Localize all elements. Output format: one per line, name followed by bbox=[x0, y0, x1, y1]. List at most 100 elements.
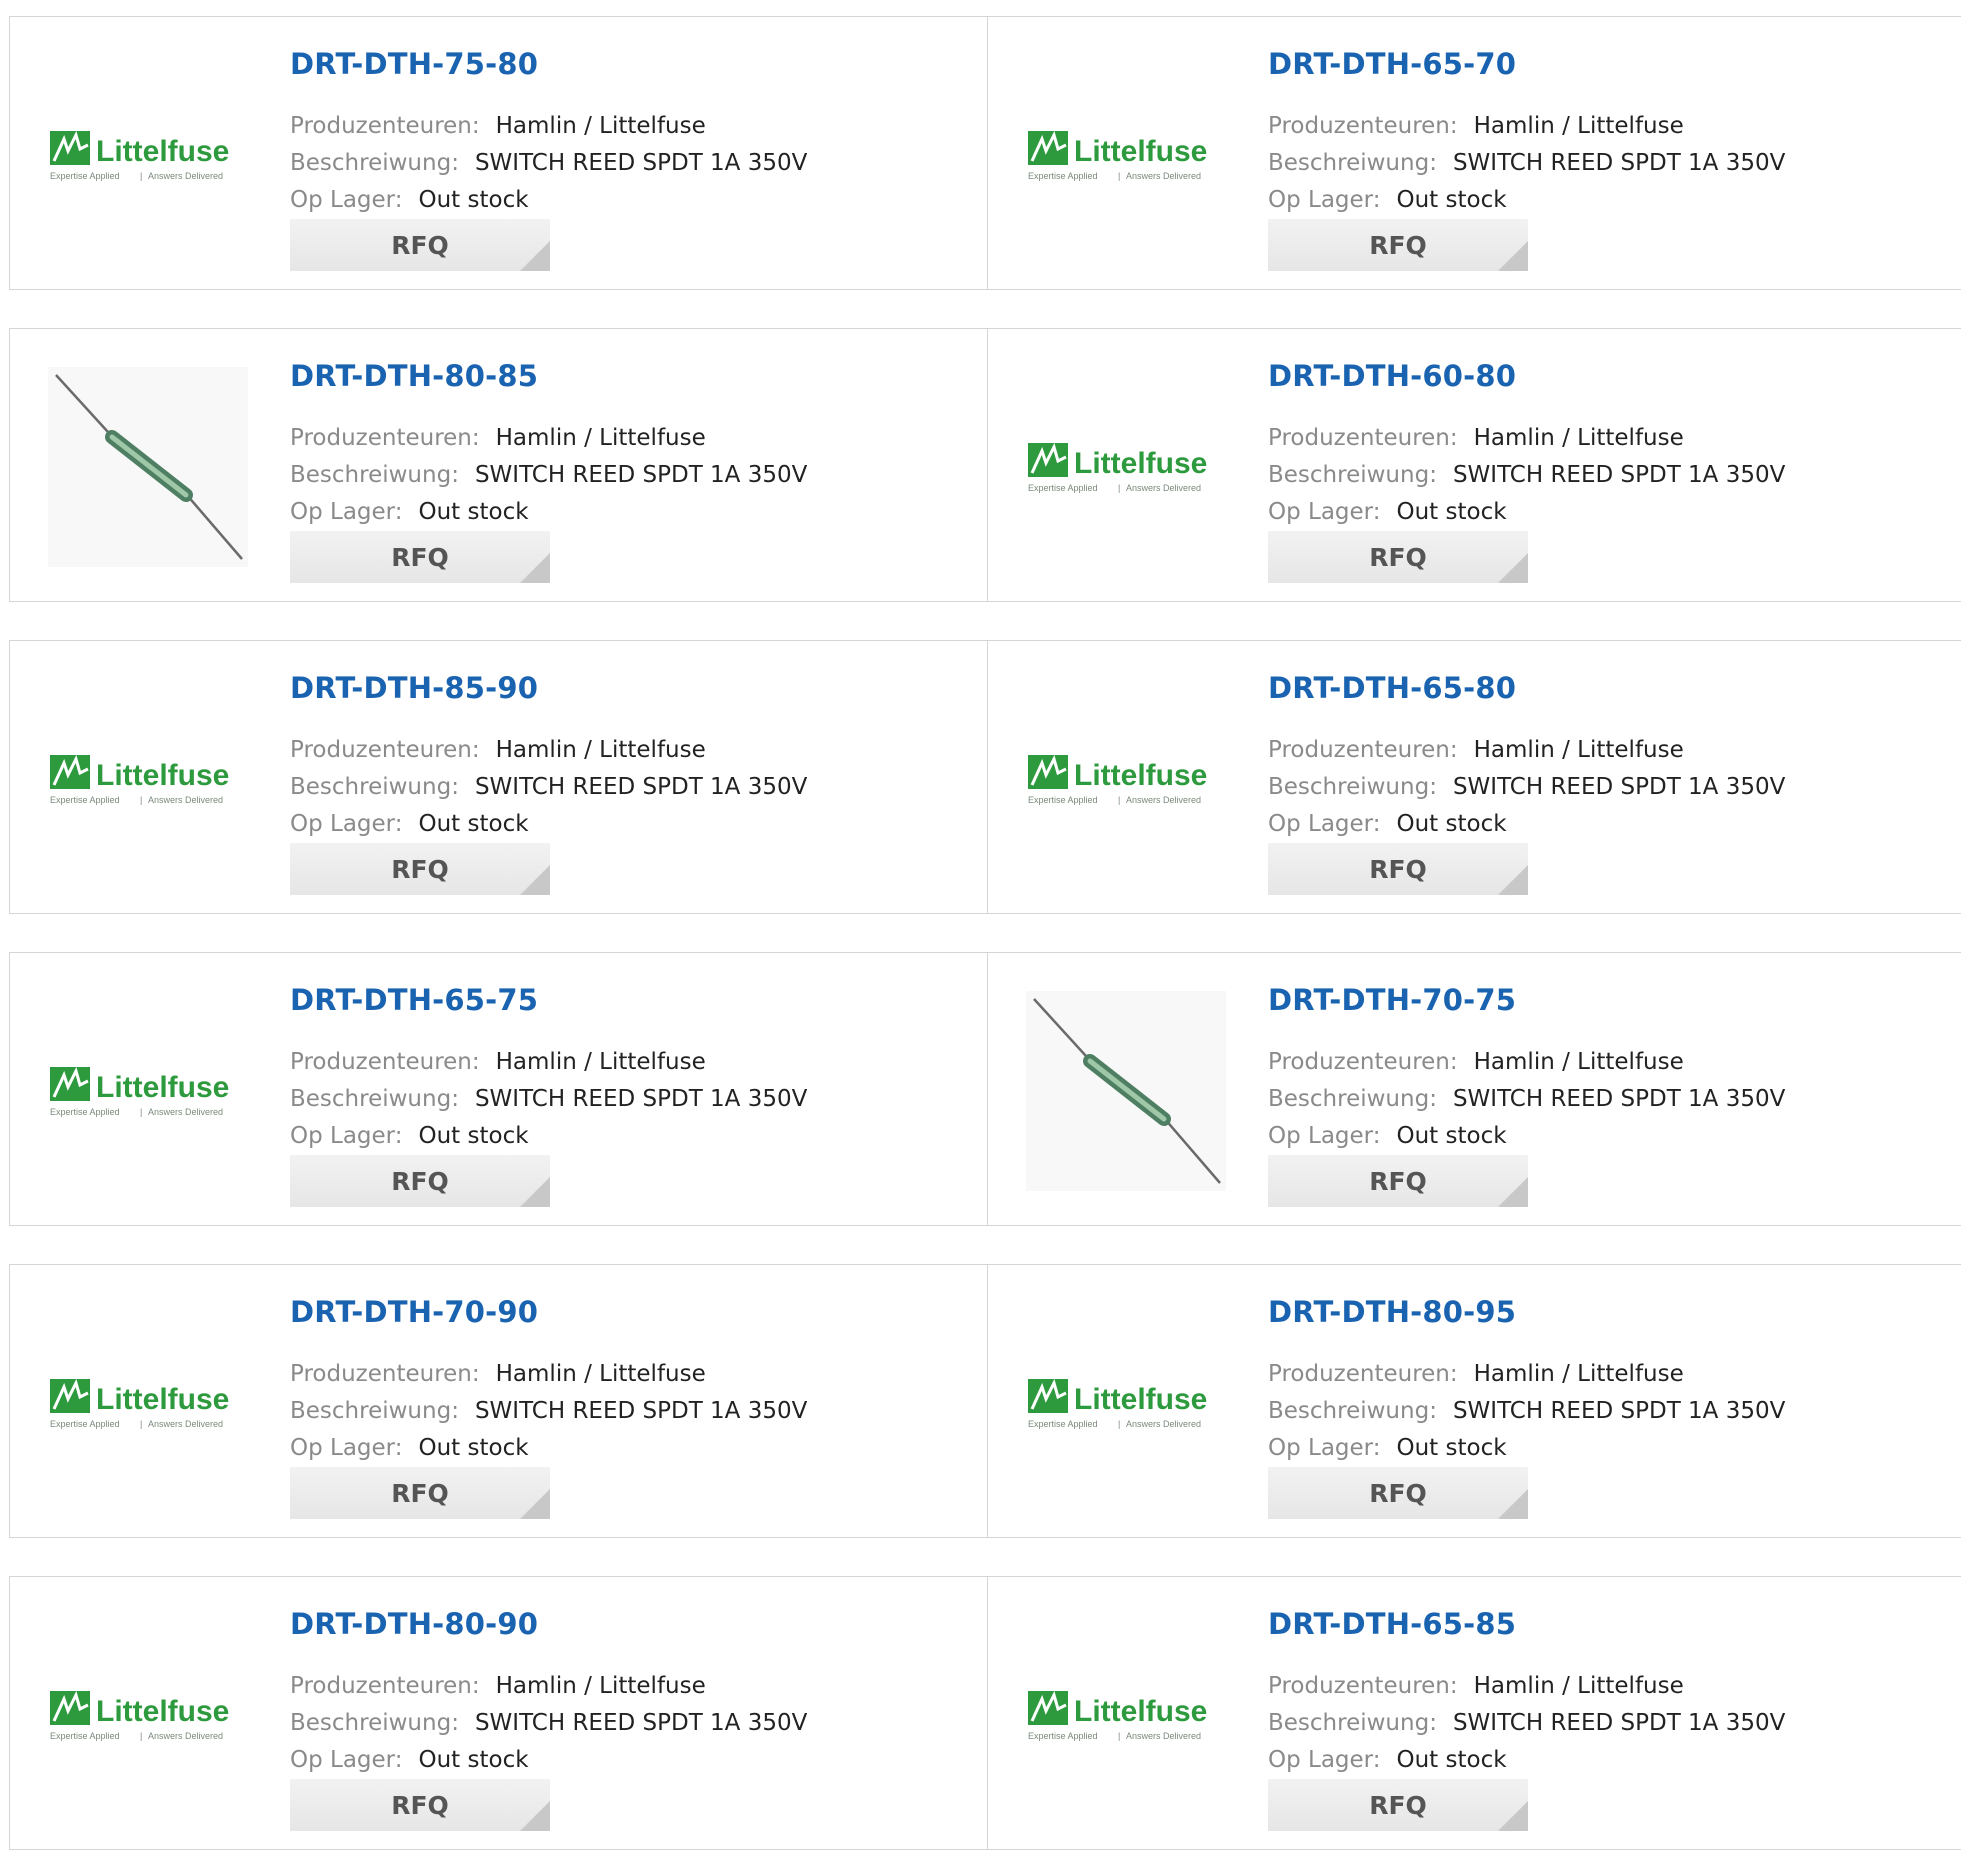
svg-text:Littelfuse: Littelfuse bbox=[96, 1695, 229, 1728]
stock-label: Op Lager: bbox=[1268, 187, 1381, 213]
part-number-link[interactable]: DRT-DTH-65-70 bbox=[1268, 47, 1516, 81]
description-line: Beschreiwung: SWITCH REED SPDT 1A 350V bbox=[1268, 1710, 1785, 1736]
product-thumbnail[interactable]: Littelfuse Expertise Applied | Answers Deli… bbox=[48, 679, 248, 879]
manufacturer-line: Produzenteuren: Hamlin / Littelfuse bbox=[290, 425, 706, 451]
part-number-link[interactable]: DRT-DTH-60-80 bbox=[1268, 359, 1516, 393]
rfq-button[interactable]: RFQ bbox=[1268, 219, 1528, 271]
stock-line: Op Lager: Out stock bbox=[1268, 1747, 1507, 1773]
manufacturer-label: Produzenteuren: bbox=[290, 1673, 480, 1699]
part-number-link[interactable]: DRT-DTH-80-90 bbox=[290, 1607, 538, 1641]
product-thumbnail[interactable] bbox=[48, 367, 248, 567]
stock-label: Op Lager: bbox=[290, 811, 403, 837]
svg-text:Answers Delivered: Answers Delivered bbox=[1126, 795, 1201, 805]
part-number-link[interactable]: DRT-DTH-75-80 bbox=[290, 47, 538, 81]
manufacturer-line: Produzenteuren: Hamlin / Littelfuse bbox=[290, 1361, 706, 1387]
part-number-link[interactable]: DRT-DTH-70-75 bbox=[1268, 983, 1516, 1017]
product-thumbnail[interactable]: Littelfuse Expertise Applied | Answers Deli… bbox=[1026, 367, 1226, 567]
manufacturer-line: Produzenteuren: Hamlin / Littelfuse bbox=[290, 1673, 706, 1699]
part-number-link[interactable]: DRT-DTH-65-75 bbox=[290, 983, 538, 1017]
rfq-label: RFQ bbox=[1369, 1790, 1427, 1820]
manufacturer-line: Produzenteuren: Hamlin / Littelfuse bbox=[1268, 425, 1684, 451]
stock-line: Op Lager: Out stock bbox=[290, 499, 529, 525]
product-thumbnail[interactable] bbox=[1026, 991, 1226, 1191]
svg-text:Answers Delivered: Answers Delivered bbox=[148, 1731, 223, 1741]
svg-text:Expertise Applied: Expertise Applied bbox=[50, 795, 120, 805]
corner-triangle-icon bbox=[1498, 553, 1528, 583]
manufacturer-label: Produzenteuren: bbox=[290, 425, 480, 451]
description-value: SWITCH REED SPDT 1A 350V bbox=[474, 1398, 808, 1424]
part-number-link[interactable]: DRT-DTH-65-85 bbox=[1268, 1607, 1516, 1641]
product-thumbnail[interactable]: Littelfuse Expertise Applied | Answers Deli… bbox=[1026, 55, 1226, 255]
part-number-link[interactable]: DRT-DTH-70-90 bbox=[290, 1295, 538, 1329]
product-row: Littelfuse Expertise Applied | Answers Deli… bbox=[9, 1264, 1961, 1538]
stock-value: Out stock bbox=[418, 1123, 529, 1149]
littelfuse-logo-image: Littelfuse Expertise Applied | Answers Deli… bbox=[1028, 1378, 1207, 1429]
product-thumbnail[interactable]: Littelfuse Expertise Applied | Answers Deli… bbox=[1026, 679, 1226, 879]
product-thumbnail[interactable]: Littelfuse Expertise Applied | Answers Deli… bbox=[48, 991, 248, 1191]
rfq-button[interactable]: RFQ bbox=[290, 1467, 550, 1519]
product-card: Littelfuse Expertise Applied | Answers Deli… bbox=[988, 17, 1961, 289]
rfq-button[interactable]: RFQ bbox=[290, 1155, 550, 1207]
rfq-button[interactable]: RFQ bbox=[290, 531, 550, 583]
stock-line: Op Lager: Out stock bbox=[290, 187, 529, 213]
svg-text:Answers Delivered: Answers Delivered bbox=[148, 795, 223, 805]
stock-label: Op Lager: bbox=[290, 1747, 403, 1773]
rfq-button[interactable]: RFQ bbox=[290, 219, 550, 271]
rfq-button[interactable]: RFQ bbox=[1268, 1779, 1528, 1831]
product-thumbnail[interactable]: Littelfuse Expertise Applied | Answers Deli… bbox=[1026, 1615, 1226, 1815]
part-number-link[interactable]: DRT-DTH-85-90 bbox=[290, 671, 538, 705]
description-line: Beschreiwung: SWITCH REED SPDT 1A 350V bbox=[290, 150, 807, 176]
description-line: Beschreiwung: SWITCH REED SPDT 1A 350V bbox=[290, 774, 807, 800]
svg-text:Littelfuse: Littelfuse bbox=[96, 759, 229, 792]
product-thumbnail[interactable]: Littelfuse Expertise Applied | Answers Deli… bbox=[1026, 1303, 1226, 1503]
product-card: Littelfuse Expertise Applied | Answers Deli… bbox=[988, 329, 1961, 601]
svg-text:Littelfuse: Littelfuse bbox=[1074, 447, 1207, 480]
svg-text:|: | bbox=[140, 1107, 142, 1117]
part-number-link[interactable]: DRT-DTH-80-95 bbox=[1268, 1295, 1516, 1329]
rfq-button[interactable]: RFQ bbox=[290, 843, 550, 895]
manufacturer-label: Produzenteuren: bbox=[290, 1361, 480, 1387]
product-card: Littelfuse Expertise Applied | Answers Deli… bbox=[10, 1577, 988, 1849]
rfq-label: RFQ bbox=[391, 1478, 449, 1508]
rfq-button[interactable]: RFQ bbox=[1268, 531, 1528, 583]
rfq-button[interactable]: RFQ bbox=[1268, 843, 1528, 895]
description-label: Beschreiwung: bbox=[290, 1710, 459, 1736]
manufacturer-value: Hamlin / Littelfuse bbox=[495, 425, 706, 451]
description-line: Beschreiwung: SWITCH REED SPDT 1A 350V bbox=[290, 462, 807, 488]
littelfuse-logo-image: Littelfuse Expertise Applied | Answers Deli… bbox=[50, 1066, 229, 1117]
description-line: Beschreiwung: SWITCH REED SPDT 1A 350V bbox=[1268, 150, 1785, 176]
product-row: Littelfuse Expertise Applied | Answers Deli… bbox=[9, 16, 1961, 290]
description-line: Beschreiwung: SWITCH REED SPDT 1A 350V bbox=[290, 1710, 807, 1736]
rfq-label: RFQ bbox=[1369, 230, 1427, 260]
svg-text:Littelfuse: Littelfuse bbox=[1074, 1383, 1207, 1416]
svg-text:|: | bbox=[140, 1419, 142, 1429]
corner-triangle-icon bbox=[1498, 865, 1528, 895]
product-thumbnail[interactable]: Littelfuse Expertise Applied | Answers Deli… bbox=[48, 1615, 248, 1815]
manufacturer-value: Hamlin / Littelfuse bbox=[1473, 1361, 1684, 1387]
svg-text:Answers Delivered: Answers Delivered bbox=[148, 1419, 223, 1429]
svg-text:Littelfuse: Littelfuse bbox=[96, 1383, 229, 1416]
rfq-button[interactable]: RFQ bbox=[290, 1779, 550, 1831]
rfq-label: RFQ bbox=[391, 542, 449, 572]
part-number-link[interactable]: DRT-DTH-65-80 bbox=[1268, 671, 1516, 705]
manufacturer-value: Hamlin / Littelfuse bbox=[495, 1673, 706, 1699]
stock-label: Op Lager: bbox=[1268, 811, 1381, 837]
manufacturer-label: Produzenteuren: bbox=[1268, 425, 1458, 451]
littelfuse-logo-image: Littelfuse Expertise Applied | Answers Deli… bbox=[50, 130, 229, 181]
littelfuse-logo-image: Littelfuse Expertise Applied | Answers Deli… bbox=[1028, 754, 1207, 805]
svg-text:|: | bbox=[140, 1731, 142, 1741]
svg-text:Answers Delivered: Answers Delivered bbox=[1126, 1419, 1201, 1429]
description-label: Beschreiwung: bbox=[1268, 1398, 1437, 1424]
product-thumbnail[interactable]: Littelfuse Expertise Applied | Answers Deli… bbox=[48, 1303, 248, 1503]
littelfuse-logo-image: Littelfuse Expertise Applied | Answers Deli… bbox=[50, 1378, 229, 1429]
stock-value: Out stock bbox=[1396, 811, 1507, 837]
rfq-button[interactable]: RFQ bbox=[1268, 1467, 1528, 1519]
rfq-label: RFQ bbox=[391, 854, 449, 884]
manufacturer-line: Produzenteuren: Hamlin / Littelfuse bbox=[290, 737, 706, 763]
svg-text:|: | bbox=[1118, 1419, 1120, 1429]
stock-line: Op Lager: Out stock bbox=[1268, 187, 1507, 213]
part-number-link[interactable]: DRT-DTH-80-85 bbox=[290, 359, 538, 393]
rfq-button[interactable]: RFQ bbox=[1268, 1155, 1528, 1207]
product-card: Littelfuse Expertise Applied | Answers Deli… bbox=[10, 17, 988, 289]
product-thumbnail[interactable]: Littelfuse Expertise Applied | Answers Deli… bbox=[48, 55, 248, 255]
